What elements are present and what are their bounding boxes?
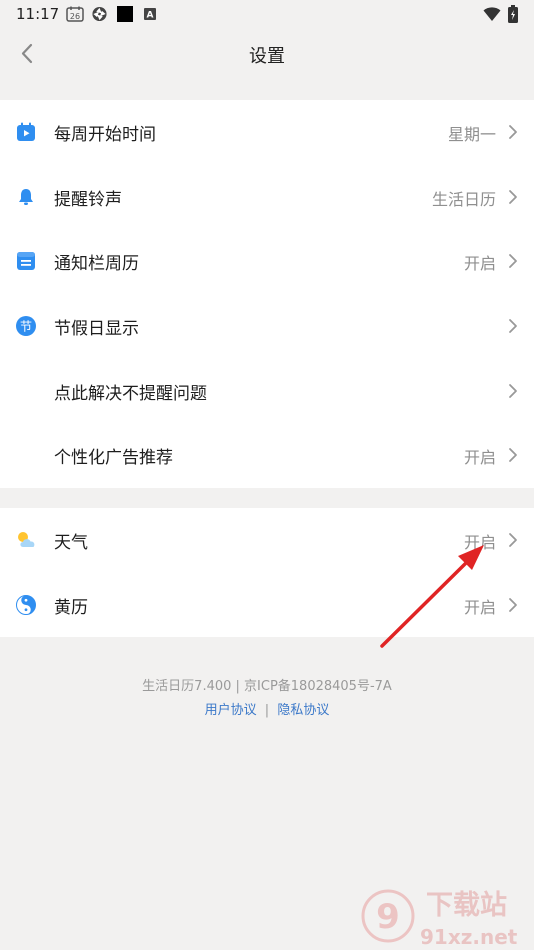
notification-calendar-icon [17, 252, 35, 271]
setting-label: 点此解决不提醒问题 [54, 383, 207, 404]
setting-holiday-display[interactable]: 节 节假日显示 [0, 294, 534, 359]
agreement-links: 用户协议 | 隐私协议 [0, 699, 534, 718]
setting-value: 开启 [463, 254, 496, 274]
navigation-bar: 设置 [0, 28, 534, 82]
watermark-logo: 9 [376, 897, 400, 937]
chevron-right-icon [509, 597, 517, 612]
setting-label: 通知栏周历 [54, 254, 139, 275]
settings-group-extras: 天气 开启 黄历 开启 [0, 508, 534, 637]
yinyang-icon [16, 594, 36, 615]
wifi-icon [483, 7, 501, 21]
chevron-right-icon [509, 254, 517, 269]
watermark-title: 下载站 [426, 890, 507, 921]
aperture-status-icon [92, 6, 107, 22]
setting-label: 每周开始时间 [54, 125, 156, 145]
chevron-right-icon [509, 189, 517, 204]
page-title: 设置 [249, 46, 285, 67]
setting-label: 节假日显示 [54, 319, 139, 340]
holiday-icon-text: 节 [20, 320, 32, 334]
calendar-status-badge: 26 [70, 12, 80, 21]
setting-label: 天气 [54, 533, 88, 553]
chevron-right-icon [509, 448, 517, 463]
setting-week-start[interactable]: 每周开始时间 星期一 [0, 100, 534, 165]
setting-value: 开启 [463, 448, 496, 468]
setting-weather[interactable]: 天气 开启 [0, 508, 534, 573]
watermark-url: 91xz.net [420, 925, 518, 949]
user-agreement-link[interactable]: 用户协议 [205, 703, 257, 718]
a-status-text: A [147, 11, 154, 21]
chevron-right-icon [509, 125, 517, 139]
calendar-status-icon: 26 [66, 6, 84, 22]
site-watermark: 9 下载站 91xz.net [361, 889, 518, 949]
battery-icon [508, 5, 518, 23]
setting-fix-reminder[interactable]: 点此解决不提醒问题 [0, 359, 534, 424]
version-icp-text: 生活日历7.400 | 京ICP备18028405号-7A [142, 679, 392, 694]
calendar-play-icon [17, 122, 35, 141]
status-time: 11:17 [16, 5, 60, 23]
status-bar: 11:17 26 A [0, 0, 534, 28]
chevron-right-icon [509, 383, 517, 398]
setting-label: 个性化广告推荐 [54, 448, 173, 469]
setting-label: 提醒铃声 [54, 189, 122, 210]
settings-group-general: 每周开始时间 星期一 提醒铃声 生活日历 通知栏周历 开启 节 节假日显示 点此… [0, 100, 534, 488]
holiday-jie-icon: 节 [16, 316, 36, 337]
setting-value: 开启 [463, 533, 496, 552]
setting-almanac[interactable]: 黄历 开启 [0, 573, 534, 638]
weather-icon [18, 532, 35, 547]
chevron-right-icon [509, 319, 517, 333]
bell-icon [19, 188, 33, 205]
setting-label: 黄历 [54, 597, 88, 618]
setting-personalized-ads[interactable]: 个性化广告推荐 开启 [0, 423, 534, 488]
setting-notification-week[interactable]: 通知栏周历 开启 [0, 229, 534, 294]
agreement-separator: | [264, 703, 270, 718]
footer: 生活日历7.400 | 京ICP备18028405号-7A 用户协议 | 隐私协… [0, 675, 534, 718]
privacy-agreement-link[interactable]: 隐私协议 [277, 703, 329, 718]
setting-value: 星期一 [447, 125, 496, 144]
setting-value: 生活日历 [431, 189, 496, 209]
setting-value: 开启 [463, 597, 496, 617]
a-status-icon: A [144, 8, 156, 20]
chevron-right-icon [509, 533, 517, 547]
square-status-icon [117, 6, 133, 22]
setting-reminder-ringtone[interactable]: 提醒铃声 生活日历 [0, 165, 534, 230]
